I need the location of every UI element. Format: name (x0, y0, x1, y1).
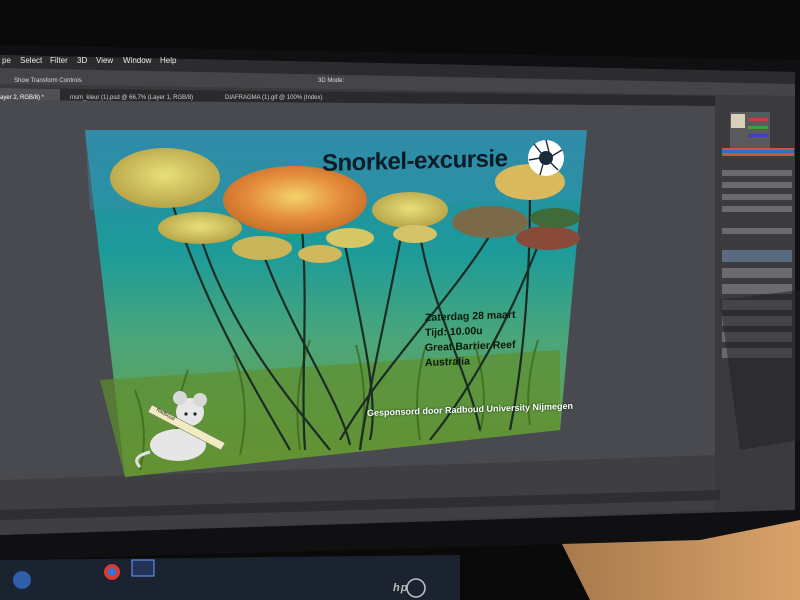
windows-start-icon (13, 571, 31, 589)
tab-msm-kleur[interactable]: msm_kleur (1).psd @ 66.7% (Layer 1, RGB/… (70, 95, 193, 101)
event-time: Tijd: 10.00u (425, 324, 483, 339)
show-transform-controls-checkbox[interactable]: Show Transform Controls (14, 78, 82, 84)
tab-diafragma[interactable]: DIAFRAGMA (1).gif @ 100% (Index) (225, 95, 322, 101)
monitor-brand-logo: hp (393, 582, 409, 594)
menu-3d[interactable]: 3D (77, 56, 87, 65)
3d-mode-label: 3D Mode: (318, 78, 345, 84)
menu-filter[interactable]: Filter (50, 56, 68, 65)
photoshop-icon (131, 559, 155, 577)
menu-help[interactable]: Help (160, 56, 176, 65)
menu-file-partial[interactable]: pe (2, 56, 11, 65)
poster-title: Snorkel-excursie (322, 145, 508, 177)
monitor-photo (0, 0, 800, 600)
tab-layer2[interactable]: ayer 2, RGB/8) * (0, 95, 44, 101)
menu-view[interactable]: View (96, 56, 113, 65)
menu-select[interactable]: Select (20, 56, 42, 65)
menu-window[interactable]: Window (123, 56, 151, 65)
event-country: Australia (425, 355, 470, 369)
